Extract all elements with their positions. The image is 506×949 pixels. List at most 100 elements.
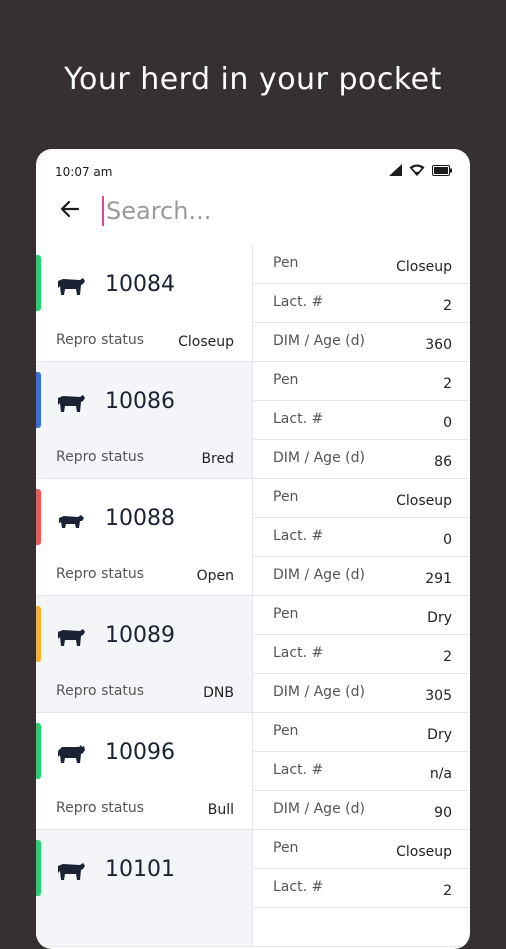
animal-details: Pen Closeup Lact. # 2 DIM / Age (d)	[253, 830, 470, 946]
status-accent-bar	[36, 606, 41, 662]
repro-status-value: Open	[196, 568, 234, 584]
signal-icon	[389, 164, 402, 176]
status-accent-bar	[36, 489, 41, 545]
dim-age-label: DIM / Age (d)	[273, 801, 365, 817]
cow-icon	[56, 861, 86, 881]
dim-age-value: 291	[425, 571, 452, 587]
bull-icon	[56, 744, 86, 764]
pen-value: Dry	[427, 727, 452, 743]
dim-age-cell: DIM / Age (d) 86	[253, 440, 470, 478]
cow-icon	[56, 393, 86, 413]
animal-id: 10089	[105, 623, 175, 648]
battery-icon	[432, 164, 452, 176]
lactation-cell: Lact. # 2	[253, 635, 470, 674]
repro-status-label: Repro status	[56, 332, 145, 348]
dim-age-cell: DIM / Age (d) 291	[253, 557, 470, 595]
pen-cell: Pen Dry	[253, 596, 470, 635]
cow-icon	[56, 276, 86, 296]
animal-details: Pen 2 Lact. # 0 DIM / Age (d) 86	[253, 362, 470, 478]
animal-row[interactable]: 10088 Repro status Open Pen Closeup Lact…	[36, 479, 470, 596]
animal-details: Pen Dry Lact. # n/a DIM / Age (d) 90	[253, 713, 470, 829]
status-time: 10:07 am	[55, 165, 113, 179]
repro-status-label: Repro status	[56, 800, 145, 816]
pen-label: Pen	[273, 840, 299, 856]
animal-details: Pen Dry Lact. # 2 DIM / Age (d) 305	[253, 596, 470, 712]
cow-icon	[56, 627, 86, 647]
status-accent-bar	[36, 372, 41, 428]
status-icons	[389, 164, 452, 176]
pen-cell: Pen Closeup	[253, 830, 470, 869]
lactation-cell: Lact. # n/a	[253, 752, 470, 791]
dim-age-label: DIM / Age (d)	[273, 684, 365, 700]
lactation-value: n/a	[429, 766, 452, 782]
lactation-label: Lact. #	[273, 411, 324, 427]
animal-id: 10088	[105, 506, 175, 531]
dim-age-cell: DIM / Age (d) 360	[253, 323, 470, 361]
repro-status-label: Repro status	[56, 449, 145, 465]
animal-details: Pen Closeup Lact. # 2 DIM / Age (d) 360	[253, 245, 470, 361]
search-input[interactable]	[104, 191, 448, 231]
animal-id: 10086	[105, 389, 175, 414]
lactation-label: Lact. #	[273, 528, 324, 544]
back-arrow-icon[interactable]	[58, 197, 82, 221]
animal-summary: 10101 Repro status	[36, 830, 253, 946]
pen-label: Pen	[273, 489, 299, 505]
pen-value: Closeup	[396, 844, 452, 860]
animal-row[interactable]: 10096 Repro status Bull Pen Dry Lact. # …	[36, 713, 470, 830]
repro-status-value: Bull	[207, 802, 234, 818]
pen-cell: Pen Dry	[253, 713, 470, 752]
search-bar	[36, 183, 470, 245]
lactation-cell: Lact. # 2	[253, 869, 470, 908]
lactation-label: Lact. #	[273, 879, 324, 895]
animal-row[interactable]: 10101 Repro status Pen Closeup Lact. # 2…	[36, 830, 470, 947]
animal-details: Pen Closeup Lact. # 0 DIM / Age (d) 291	[253, 479, 470, 595]
dim-age-value: 305	[425, 688, 452, 704]
animal-row[interactable]: 10084 Repro status Closeup Pen Closeup L…	[36, 245, 470, 362]
animal-id: 10084	[105, 272, 175, 297]
dim-age-cell: DIM / Age (d) 90	[253, 791, 470, 829]
pen-label: Pen	[273, 255, 299, 271]
lactation-cell: Lact. # 2	[253, 284, 470, 323]
wifi-icon	[409, 164, 425, 176]
animal-list: 10084 Repro status Closeup Pen Closeup L…	[36, 245, 470, 947]
pen-value: Closeup	[396, 259, 452, 275]
pen-value: Dry	[427, 610, 452, 626]
animal-row[interactable]: 10086 Repro status Bred Pen 2 Lact. # 0 …	[36, 362, 470, 479]
dim-age-cell: DIM / Age (d) 305	[253, 674, 470, 712]
repro-status-value: Bred	[201, 451, 234, 467]
animal-id: 10096	[105, 740, 175, 765]
dim-age-value: 90	[434, 805, 452, 821]
animal-summary: 10089 Repro status DNB	[36, 596, 253, 712]
status-accent-bar	[36, 840, 41, 896]
pen-cell: Pen 2	[253, 362, 470, 401]
lactation-cell: Lact. # 0	[253, 401, 470, 440]
animal-summary: 10086 Repro status Bred	[36, 362, 253, 478]
pen-cell: Pen Closeup	[253, 479, 470, 518]
lactation-label: Lact. #	[273, 645, 324, 661]
lactation-label: Lact. #	[273, 762, 324, 778]
dim-age-value: 360	[425, 337, 452, 353]
animal-id: 10101	[105, 857, 175, 882]
animal-summary: 10096 Repro status Bull	[36, 713, 253, 829]
dim-age-value: 86	[434, 454, 452, 470]
lactation-cell: Lact. # 0	[253, 518, 470, 557]
status-bar: 10:07 am	[36, 149, 470, 183]
lactation-value: 2	[443, 883, 452, 899]
pen-cell: Pen Closeup	[253, 245, 470, 284]
calf-icon	[56, 510, 86, 530]
pen-label: Pen	[273, 723, 299, 739]
lactation-value: 0	[443, 415, 452, 431]
animal-row[interactable]: 10089 Repro status DNB Pen Dry Lact. # 2…	[36, 596, 470, 713]
animal-summary: 10084 Repro status Closeup	[36, 245, 253, 361]
lactation-label: Lact. #	[273, 294, 324, 310]
dim-age-label: DIM / Age (d)	[273, 450, 365, 466]
repro-status-value: DNB	[203, 685, 234, 701]
lactation-value: 2	[443, 649, 452, 665]
status-accent-bar	[36, 723, 41, 779]
pen-label: Pen	[273, 606, 299, 622]
pen-label: Pen	[273, 372, 299, 388]
status-accent-bar	[36, 255, 41, 311]
repro-status-value: Closeup	[178, 334, 234, 350]
phone-screen: 10:07 am 10084 Repro status Closeup Pen …	[36, 149, 470, 949]
pen-value: 2	[443, 376, 452, 392]
